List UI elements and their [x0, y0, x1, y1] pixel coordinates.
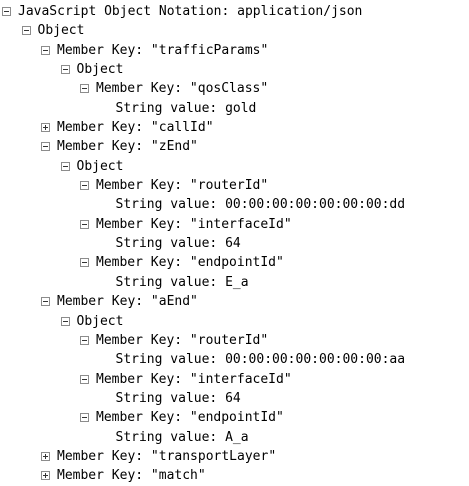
collapse-icon[interactable] — [80, 374, 89, 384]
collapse-icon[interactable] — [2, 7, 11, 16]
tree-node-row[interactable]: Object — [0, 21, 469, 40]
tree-node-label: Object — [37, 23, 85, 39]
tree-node-row[interactable]: JavaScript Object Notation: application/… — [0, 2, 469, 21]
tree-leaf-row[interactable]: String value: E_a — [0, 273, 469, 292]
tree-node-label: Member Key: "transportLayer" — [57, 448, 277, 464]
expand-icon[interactable] — [41, 123, 50, 133]
tree-node-label: Member Key: "endpointId" — [96, 255, 284, 271]
collapse-icon[interactable] — [80, 258, 89, 268]
collapse-icon[interactable] — [41, 142, 50, 152]
tree-node-label: String value: A_a — [115, 429, 249, 445]
tree-node-label: Object — [76, 313, 124, 329]
tree-node-label: Member Key: "aEnd" — [57, 294, 198, 310]
collapse-icon[interactable] — [60, 65, 70, 75]
collapse-icon[interactable] — [80, 413, 89, 423]
tree-node-row[interactable]: Member Key: "callId" — [0, 118, 469, 137]
tree-node-row[interactable]: Member Key: "transportLayer" — [0, 447, 469, 466]
collapse-icon[interactable] — [41, 297, 50, 307]
expand-icon[interactable] — [41, 471, 50, 481]
tree-node-row[interactable]: Member Key: "interfaceId" — [0, 370, 469, 389]
tree-leaf-row[interactable]: String value: 00:00:00:00:00:00:00:dd — [0, 195, 469, 214]
tree-node-row[interactable]: Member Key: "routerId" — [0, 331, 469, 350]
tree-node-label: Member Key: "zEnd" — [57, 139, 198, 155]
tree-node-row[interactable]: Member Key: "endpointId" — [0, 408, 469, 427]
tree-node-label: Member Key: "routerId" — [96, 178, 269, 194]
collapse-icon[interactable] — [21, 26, 31, 36]
tree-node-row[interactable]: Member Key: "aEnd" — [0, 292, 469, 311]
tree-node-row[interactable]: Object — [0, 60, 469, 79]
tree-node-row[interactable]: Member Key: "zEnd" — [0, 137, 469, 156]
tree-node-label: Object — [76, 62, 124, 78]
tree-leaf-row[interactable]: String value: 64 — [0, 234, 469, 253]
tree-node-row[interactable]: Member Key: "interfaceId" — [0, 215, 469, 234]
collapse-icon[interactable] — [80, 84, 89, 94]
tree-node-row[interactable]: Member Key: "endpointId" — [0, 253, 469, 272]
tree-node-row[interactable]: Member Key: "qosClass" — [0, 79, 469, 98]
collapse-icon[interactable] — [60, 161, 70, 171]
tree-node-row[interactable]: Member Key: "match" — [0, 466, 469, 485]
tree-node-label: Object — [76, 158, 124, 174]
tree-leaf-row[interactable]: String value: gold — [0, 99, 469, 118]
tree-node-label: String value: 00:00:00:00:00:00:00:aa — [115, 352, 406, 368]
tree-node-label: Member Key: "match" — [57, 468, 206, 484]
tree-node-label: String value: 64 — [115, 390, 241, 406]
tree-leaf-row[interactable]: String value: 64 — [0, 389, 469, 408]
tree-node-label: Member Key: "qosClass" — [96, 81, 269, 97]
tree-node-label: String value: 00:00:00:00:00:00:00:dd — [115, 197, 406, 213]
tree-leaf-row[interactable]: String value: 00:00:00:00:00:00:00:aa — [0, 350, 469, 369]
collapse-icon[interactable] — [60, 316, 70, 326]
tree-node-label: JavaScript Object Notation: application/… — [18, 4, 363, 19]
collapse-icon[interactable] — [41, 45, 50, 55]
json-tree-view: JavaScript Object Notation: application/… — [0, 2, 469, 486]
tree-node-label: Member Key: "interfaceId" — [96, 216, 292, 232]
tree-node-label: String value: 64 — [115, 236, 241, 252]
tree-node-label: Member Key: "routerId" — [96, 332, 269, 348]
expand-icon[interactable] — [41, 451, 50, 461]
collapse-icon[interactable] — [80, 219, 89, 229]
tree-node-label: String value: gold — [115, 100, 257, 116]
collapse-icon[interactable] — [80, 181, 89, 191]
tree-node-label: Member Key: "callId" — [57, 120, 214, 136]
tree-node-label: Member Key: "endpointId" — [96, 410, 284, 426]
tree-node-label: Member Key: "trafficParams" — [57, 42, 269, 58]
tree-leaf-row[interactable]: String value: A_a — [0, 428, 469, 447]
tree-node-row[interactable]: Object — [0, 312, 469, 331]
tree-node-row[interactable]: Object — [0, 157, 469, 176]
collapse-icon[interactable] — [80, 335, 89, 345]
tree-node-label: String value: E_a — [115, 274, 249, 290]
tree-node-label: Member Key: "interfaceId" — [96, 371, 292, 387]
tree-node-row[interactable]: Member Key: "trafficParams" — [0, 41, 469, 60]
tree-node-row[interactable]: Member Key: "routerId" — [0, 176, 469, 195]
